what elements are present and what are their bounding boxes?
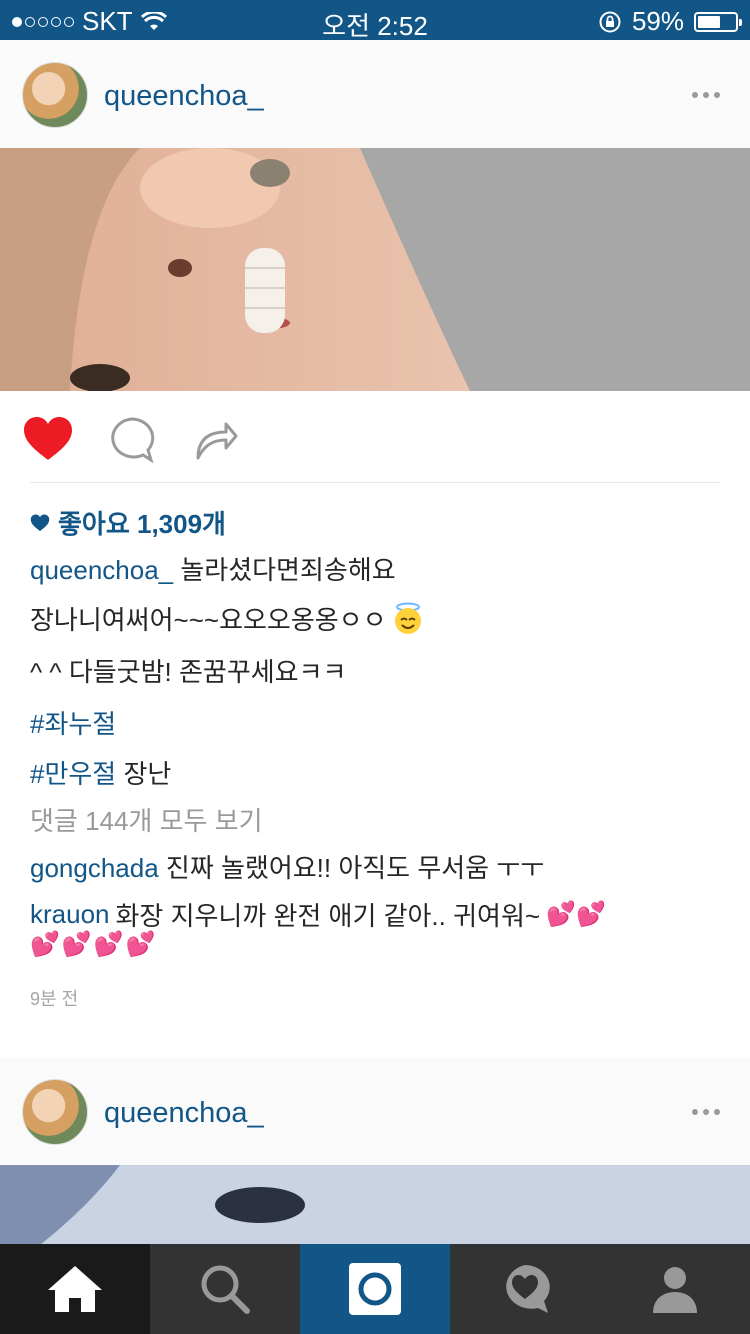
- divider: [30, 482, 720, 483]
- status-bar: SKT 오전 2:52 59%: [0, 0, 750, 41]
- caption-username[interactable]: queenchoa_: [30, 555, 173, 585]
- post-header: queenchoa_: [0, 40, 750, 148]
- comment-text: 진짜 놀랬어요!! 아직도 무서움 ㅜㅜ: [165, 853, 545, 883]
- post-photo-image: [0, 1165, 750, 1245]
- more-options-icon[interactable]: [692, 92, 720, 98]
- post-username[interactable]: queenchoa_: [104, 80, 264, 113]
- status-right: 59%: [598, 6, 742, 37]
- likes-label: 좋아요 1,309개: [58, 509, 226, 539]
- post-time-ago: 9분 전: [30, 989, 79, 1009]
- comment-text: 화장 지우니까 완전 애기 같아.. 귀여워~: [115, 901, 541, 931]
- comment: gongchada 진짜 놀랬어요!! 아직도 무서움 ㅜㅜ: [30, 848, 544, 885]
- hearts-emoji-icon: 💕💕💕💕: [30, 931, 158, 958]
- tab-profile[interactable]: [600, 1244, 750, 1334]
- tab-activity[interactable]: [450, 1244, 600, 1334]
- post-photo[interactable]: [0, 148, 750, 391]
- caption-text-1: 놀라셨다면죄송해요: [180, 555, 396, 585]
- post-header: queenchoa_: [0, 1057, 750, 1165]
- camera-icon: [349, 1263, 401, 1315]
- home-icon: [48, 1266, 102, 1312]
- tab-bar: [0, 1244, 750, 1334]
- tab-camera[interactable]: [300, 1244, 450, 1334]
- avatar[interactable]: [22, 62, 88, 128]
- avatar[interactable]: [22, 1079, 88, 1145]
- comment-username[interactable]: krauon: [30, 899, 110, 930]
- battery-icon: [694, 11, 742, 32]
- search-icon: [201, 1265, 250, 1314]
- heart-icon[interactable]: [22, 416, 74, 462]
- caption-line-2: 장나니여써어~~~요오오옹옹ㅇㅇ: [30, 600, 425, 637]
- caption-line-5: #만우절 장난: [30, 754, 171, 791]
- more-options-icon[interactable]: [692, 1109, 720, 1115]
- comment-username[interactable]: gongchada: [30, 853, 159, 883]
- hearts-emoji-icon: 💕💕: [546, 901, 606, 928]
- share-icon[interactable]: [194, 416, 240, 460]
- view-all-comments-link[interactable]: 댓글 144개 모두 보기: [30, 801, 263, 838]
- caption-line-3: ^ ^ 다들굿밤! 존꿈꾸세요ㅋㅋ: [30, 657, 347, 687]
- rotation-lock-icon: [599, 11, 621, 32]
- post-username[interactable]: queenchoa_: [104, 1097, 264, 1130]
- post-photo-image: [0, 148, 750, 391]
- battery-percent: 59%: [631, 6, 684, 36]
- tab-home[interactable]: [0, 1244, 150, 1334]
- comment: krauon 화장 지우니까 완전 애기 같아.. 귀여워~ 💕💕: [30, 896, 606, 933]
- profile-icon: [653, 1267, 697, 1313]
- hashtag-link[interactable]: #좌누절: [30, 709, 116, 739]
- likes-count[interactable]: 좋아요 1,309개: [30, 504, 226, 541]
- caption-text-4: 장난: [123, 759, 172, 789]
- tab-search[interactable]: [150, 1244, 300, 1334]
- activity-icon: [506, 1265, 550, 1313]
- caption-text-2: 장나니여써어~~~요오오옹옹ㅇㅇ: [30, 605, 387, 635]
- post-photo[interactable]: [0, 1165, 750, 1245]
- angel-emoji-icon: [394, 602, 421, 634]
- hashtag-link[interactable]: #만우절: [30, 759, 116, 789]
- comment-icon[interactable]: [108, 416, 156, 464]
- caption-line-1: queenchoa_ 놀라셨다면죄송해요: [30, 550, 396, 587]
- small-heart-icon: [30, 514, 50, 531]
- caption-line-4: #좌누절: [30, 704, 116, 741]
- post-actions: [0, 410, 750, 470]
